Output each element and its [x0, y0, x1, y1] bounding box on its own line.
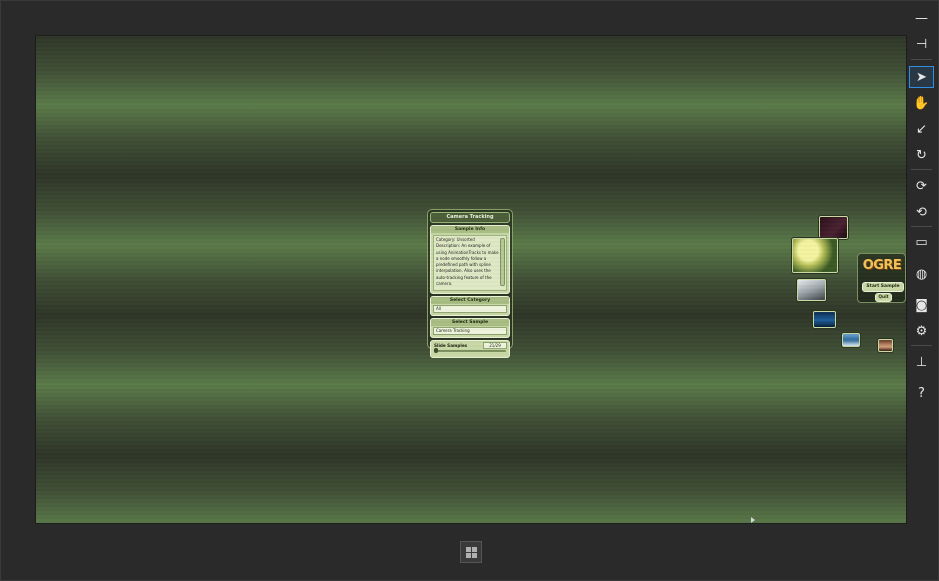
sample-header: Select Sample [431, 319, 509, 326]
sample-thumbnail[interactable] [878, 339, 893, 352]
sample-info-section: Sample Info Category: Unsorted Descripti… [430, 225, 510, 294]
touch-mode-icon[interactable]: ✋ [909, 92, 934, 114]
sample-select[interactable]: Camera Tracking [433, 327, 507, 335]
sample-thumbnail[interactable] [819, 216, 848, 239]
toolbar-divider [911, 226, 932, 227]
sample-thumbnail[interactable] [813, 311, 836, 328]
ogre-logo: OGRE [862, 258, 902, 273]
pin-icon[interactable]: ⊣ [909, 33, 934, 55]
quit-button[interactable]: Quit [875, 293, 892, 302]
sample-browser-panel: Camera Tracking Sample Info Category: Un… [427, 209, 513, 358]
slide-samples-handle[interactable] [434, 348, 438, 353]
sample-section: Select Sample Camera Tracking [430, 318, 510, 338]
rotate-counterclockwise-icon[interactable]: ⟲ [909, 201, 934, 223]
pinch-zoom-icon[interactable]: ↙ [909, 118, 934, 140]
minimize-icon[interactable]: — [909, 7, 934, 29]
windows-icon [465, 546, 477, 558]
panel-title: Camera Tracking [430, 212, 510, 223]
simulator-toolbar: — ⊣ ➤ ✋ ↙ ↻ ⟳ ⟲ ▭ ◍ ◙ ⚙ ⊥ ? [905, 7, 938, 407]
sample-info-text: Category: Unsorted Description: An examp… [436, 237, 499, 287]
toolbar-divider [911, 345, 932, 346]
toolbar-divider [911, 169, 932, 170]
app-viewport[interactable]: Camera Tracking Sample Info Category: Un… [35, 35, 907, 524]
network-icon[interactable]: ⊥ [909, 351, 934, 373]
sample-thumbnail[interactable] [797, 279, 826, 301]
location-globe-icon[interactable]: ◍ [909, 263, 934, 285]
info-scrollbar[interactable] [500, 238, 505, 286]
sample-info-textbox[interactable]: Category: Unsorted Description: An examp… [433, 235, 507, 291]
rotation-touch-icon[interactable]: ↻ [909, 144, 934, 166]
slide-samples-section: Slide Samples 21/29 [430, 340, 510, 358]
mouse-cursor-icon [751, 517, 755, 523]
help-icon[interactable]: ? [909, 382, 934, 404]
resolution-icon[interactable]: ▭ [909, 231, 934, 253]
slide-samples-track[interactable] [434, 350, 506, 352]
slide-samples-value: 21/29 [483, 342, 507, 349]
sample-thumbnail[interactable] [842, 333, 860, 347]
rotate-clockwise-icon[interactable]: ⟳ [909, 175, 934, 197]
simulator-frame: Camera Tracking Sample Info Category: Un… [0, 0, 939, 581]
category-section: Select Category All [430, 296, 510, 316]
ogre-menu-card: OGRE Start Sample Quit [857, 253, 906, 303]
mouse-mode-icon[interactable]: ➤ [909, 66, 934, 88]
category-header: Select Category [431, 297, 509, 304]
category-select[interactable]: All [433, 305, 507, 313]
slide-samples-label: Slide Samples [434, 343, 468, 348]
windows-start-button[interactable] [460, 541, 482, 563]
screenshot-camera-icon[interactable]: ◙ [909, 294, 934, 316]
toolbar-divider [911, 59, 932, 60]
sample-thumbnail-selected[interactable] [792, 238, 838, 273]
settings-gear-icon[interactable]: ⚙ [909, 320, 934, 342]
sample-info-header: Sample Info [431, 226, 509, 233]
start-sample-button[interactable]: Start Sample [862, 282, 904, 292]
